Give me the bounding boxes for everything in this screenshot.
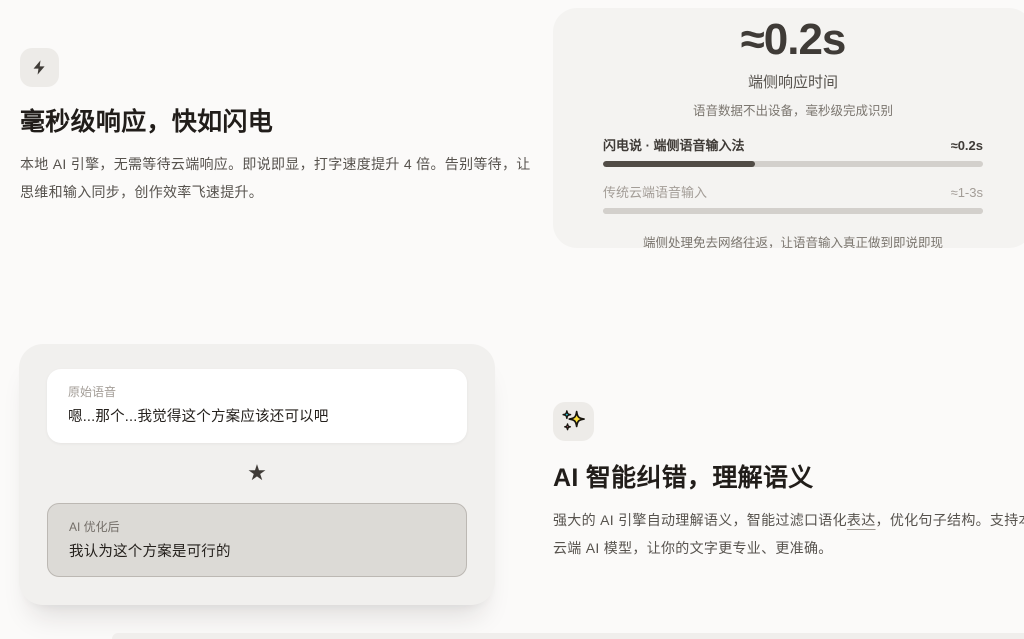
glossary-term-biaoda[interactable]: 表达 [847,512,876,528]
ai-comparison-card: 原始语音 嗯...那个...我觉得这个方案应该还可以吧 ★ AI 优化后 我认为… [19,344,495,605]
sparkles-icon [560,408,587,435]
optimized-speech-label: AI 优化后 [69,519,445,536]
ai-body-line-1-post: ，优化句子结构。支持本地和 [876,512,1024,528]
bar-label: 传统云端语音输入 [603,184,707,202]
lightning-icon-tile [20,48,59,87]
bar-label: 闪电说 · 端侧语音输入法 [603,137,745,155]
latency-value: ≈0.2s [603,14,983,66]
bar-track [603,208,983,214]
speed-body-line-2: 思维和输入同步，创作效率飞速提升。 [20,184,263,200]
lightning-bolt-icon [31,59,48,76]
ai-feature-body: 强大的 AI 引擎自动理解语义，智能过滤口语化表达，优化句子结构。支持本地和 云… [553,507,1024,562]
latency-comparison-chart: 闪电说 · 端侧语音输入法 ≈0.2s 传统云端语音输入 ≈1-3s [603,137,983,214]
latency-card: ≈0.2s 端侧响应时间 语音数据不出设备，毫秒级完成识别 闪电说 · 端侧语音… [553,8,1024,248]
bar-fill [603,208,983,214]
speed-feature-heading: 毫秒级响应，快如闪电 [20,106,508,138]
transform-star-row: ★ [47,443,467,503]
latency-bar-row-shandianshuo: 闪电说 · 端侧语音输入法 ≈0.2s [603,137,983,167]
ai-feature-section: AI 智能纠错，理解语义 强大的 AI 引擎自动理解语义，智能过滤口语化表达，优… [553,402,1024,562]
original-speech-text: 嗯...那个...我觉得这个方案应该还可以吧 [68,407,446,428]
latency-subtitle: 语音数据不出设备，毫秒级完成识别 [603,103,983,120]
optimized-speech-box: AI 优化后 我认为这个方案是可行的 [47,503,467,577]
optimized-speech-text: 我认为这个方案是可行的 [69,542,445,563]
speed-feature-body: 本地 AI 引擎，无需等待云端响应。即说即显，打字速度提升 4 倍。告别等待，让… [20,151,508,206]
bar-value: ≈0.2s [951,137,983,155]
sparkles-icon-tile [553,402,594,441]
star-icon: ★ [247,460,267,486]
original-speech-label: 原始语音 [68,384,446,401]
speed-feature-section: 毫秒级响应，快如闪电 本地 AI 引擎，无需等待云端响应。即说即显，打字速度提升… [20,48,508,206]
ai-body-line-1-pre: 强大的 AI 引擎自动理解语义，智能过滤口语化 [553,512,847,528]
original-speech-box: 原始语音 嗯...那个...我觉得这个方案应该还可以吧 [47,369,467,443]
ai-body-line-2: 云端 AI 模型，让你的文字更专业、更准确。 [553,540,833,556]
speed-body-line-1: 本地 AI 引擎，无需等待云端响应。即说即显，打字速度提升 4 倍。告别等待，让 [20,156,531,172]
bar-value: ≈1-3s [951,184,983,202]
bar-track [603,161,983,167]
latency-label: 端侧响应时间 [603,73,983,93]
ai-body-line-1: 强大的 AI 引擎自动理解语义，智能过滤口语化表达，优化句子结构。支持本地和 [553,512,1024,528]
latency-bar-row-cloud: 传统云端语音输入 ≈1-3s [603,184,983,214]
bar-fill [603,161,755,167]
latency-footnote: 端侧处理免去网络往返，让语音输入真正做到即说即现 [603,235,983,248]
ai-feature-heading: AI 智能纠错，理解语义 [553,462,1024,494]
next-section-card-edge [112,633,1024,639]
